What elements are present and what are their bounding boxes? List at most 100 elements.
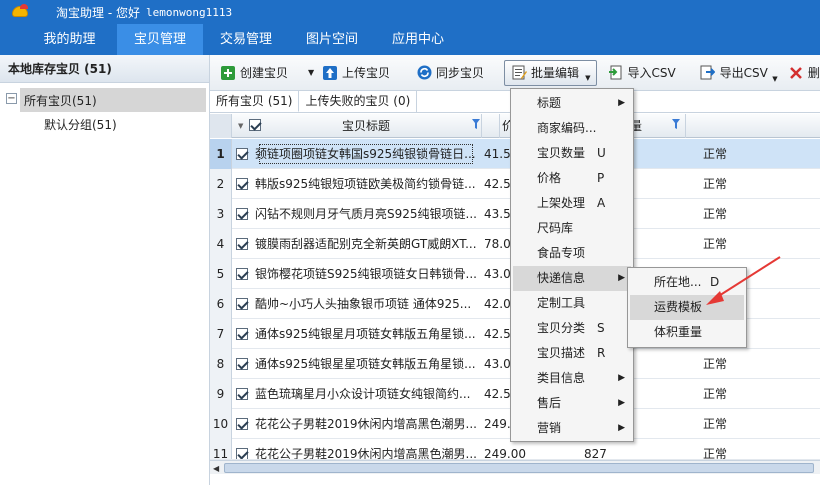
menu-item-merchant-code[interactable]: 商家编码... (513, 116, 631, 141)
menu-item-label: 商家编码... (537, 121, 597, 135)
menu-item-category[interactable]: 宝贝分类 S (513, 316, 631, 341)
item-status: 正常 (703, 447, 728, 460)
item-title: 银饰樱花项链S925纯银项链女日韩锁骨... (255, 267, 477, 281)
submenu-item-volume-weight[interactable]: 体积重量 (630, 320, 744, 345)
sync-icon (416, 65, 432, 81)
item-title: 镀膜雨刮器适配别克全新英朗GT威朗XT... (255, 237, 477, 251)
item-status: 正常 (703, 417, 728, 431)
delete-button[interactable]: 删 (782, 59, 820, 87)
create-item-label: 创建宝贝 (240, 66, 289, 80)
tab-trade-management[interactable]: 交易管理 (203, 24, 289, 55)
title-column-header[interactable]: ▼ 宝贝标题 (232, 114, 482, 138)
menu-item-title[interactable]: 标题 ▶ (513, 91, 631, 116)
tree-item-default-group[interactable]: 默认分组(51) (0, 112, 209, 136)
menu-item-label: 类目信息 (537, 371, 586, 385)
menu-item-marketing[interactable]: 营销 ▶ (513, 416, 631, 441)
menu-item-custom-tools[interactable]: 定制工具 (513, 291, 631, 316)
batch-edit-label: 批量编辑 (531, 66, 580, 80)
menu-item-quantity[interactable]: 宝贝数量 U (513, 141, 631, 166)
item-title: 酷帅~小巧人头抽象银币项链 通体925... (255, 297, 472, 311)
menu-item-label: 标题 (537, 96, 562, 110)
import-csv-button[interactable]: 导入CSV (601, 59, 681, 87)
export-dropdown-icon[interactable]: ▼ (770, 59, 780, 87)
select-all-checkbox[interactable] (249, 119, 261, 131)
qty-column-header[interactable]: 量 (630, 114, 686, 138)
menu-item-listing[interactable]: 上架处理 A (513, 191, 631, 216)
item-status: 正常 (703, 147, 728, 161)
tree-item-all-items[interactable]: 所有宝贝(51) (20, 88, 206, 112)
menu-item-food[interactable]: 食品专项 (513, 241, 631, 266)
menu-item-category-info[interactable]: 类目信息 ▶ (513, 366, 631, 391)
scroll-left-icon[interactable]: ◀ (213, 464, 219, 473)
scrollbar-thumb[interactable] (224, 463, 814, 473)
tab-my-assistant[interactable]: 我的助理 (22, 24, 117, 55)
menu-item-after-sales[interactable]: 售后 ▶ (513, 391, 631, 416)
tab-item-management[interactable]: 宝贝管理 (117, 24, 203, 55)
plus-icon (220, 65, 236, 81)
table-row[interactable]: 11 花花公子男鞋2019休闲内增高黑色潮男... 249.00 827 正常 (210, 439, 820, 460)
item-status: 正常 (703, 387, 728, 401)
filter-icon[interactable] (472, 119, 480, 129)
dropdown-arrow-icon[interactable]: ▼ (306, 59, 316, 87)
sort-icon: ▼ (238, 122, 244, 130)
upload-item-button[interactable]: 上传宝贝 (316, 59, 396, 87)
batch-edit-dropdown-icon: ▼ (585, 73, 591, 82)
item-status: 正常 (703, 177, 728, 191)
menu-item-label: 尺码库 (537, 221, 574, 235)
submenu-item-freight-template[interactable]: 运费模板 (630, 295, 744, 320)
row-checkbox[interactable] (236, 298, 248, 310)
row-number: 2 (210, 169, 232, 199)
import-csv-label: 导入CSV (627, 66, 676, 80)
menu-item-shortcut: U (597, 146, 606, 160)
export-csv-icon (700, 65, 716, 81)
row-number: 9 (210, 379, 232, 409)
submenu-item-label: 运费模板 (654, 300, 703, 314)
submenu-item-location[interactable]: 所在地... D (630, 270, 744, 295)
menu-item-label: 宝贝描述 (537, 346, 586, 360)
qty-filter-icon[interactable] (672, 119, 680, 129)
row-checkbox[interactable] (236, 418, 248, 430)
submenu-item-label: 所在地... (654, 275, 702, 289)
sync-item-label: 同步宝贝 (436, 66, 485, 80)
row-checkbox[interactable] (236, 268, 248, 280)
row-checkbox[interactable] (236, 358, 248, 370)
row-checkbox[interactable] (236, 238, 248, 250)
batch-edit-button[interactable]: 批量编辑 ▼ (504, 59, 598, 86)
subtab-failed-uploads[interactable]: 上传失败的宝贝 (0) (299, 91, 418, 112)
row-checkbox[interactable] (236, 448, 248, 459)
menu-item-shortcut: A (597, 196, 606, 210)
row-number: 3 (210, 199, 232, 229)
horizontal-scrollbar[interactable]: ◀ (210, 460, 820, 474)
item-title: 通体s925纯银星星项链女韩版五角星锁... (255, 357, 476, 371)
row-checkbox[interactable] (236, 178, 248, 190)
menu-item-price[interactable]: 价格 P (513, 166, 631, 191)
item-status: 正常 (703, 237, 728, 251)
menu-item-label: 价格 (537, 171, 562, 185)
item-title: 通体s925纯银星月项链女韩版五角星锁... (255, 327, 476, 341)
menu-item-shipping[interactable]: 快递信息 ▶ (513, 266, 631, 291)
menu-item-label: 宝贝分类 (537, 321, 586, 335)
tree-collapse-toggle[interactable]: − (6, 93, 17, 104)
sidebar: 本地库存宝贝 (51) − 所有宝贝(51) 默认分组(51) (0, 55, 210, 485)
price-column-header[interactable]: 价 (482, 114, 514, 138)
create-item-button[interactable]: 创建宝贝 (214, 59, 294, 87)
item-title: 蓝色琉璃星月小众设计项链女纯银简约... (255, 387, 471, 401)
export-csv-button[interactable]: 导出CSV (694, 59, 774, 87)
row-checkbox[interactable] (236, 328, 248, 340)
row-number: 8 (210, 349, 232, 379)
delete-label: 删 (807, 66, 820, 80)
menu-item-size-library[interactable]: 尺码库 (513, 216, 631, 241)
sync-item-button[interactable]: 同步宝贝 (410, 59, 490, 87)
window-title: 淘宝助理 - 您好 (56, 5, 140, 20)
row-checkbox[interactable] (236, 148, 248, 160)
row-checkbox[interactable] (236, 388, 248, 400)
row-number: 10 (210, 409, 232, 439)
tab-app-center[interactable]: 应用中心 (375, 24, 461, 55)
subtab-all-items[interactable]: 所有宝贝 (51) (210, 91, 300, 112)
submenu-arrow-icon: ▶ (618, 398, 625, 408)
menu-item-description[interactable]: 宝贝描述 R (513, 341, 631, 366)
item-title: 闪钻不规则月牙气质月亮S925纯银项链... (255, 207, 477, 221)
submenu-arrow-icon: ▶ (618, 373, 625, 383)
row-checkbox[interactable] (236, 208, 248, 220)
tab-image-space[interactable]: 图片空间 (289, 24, 375, 55)
